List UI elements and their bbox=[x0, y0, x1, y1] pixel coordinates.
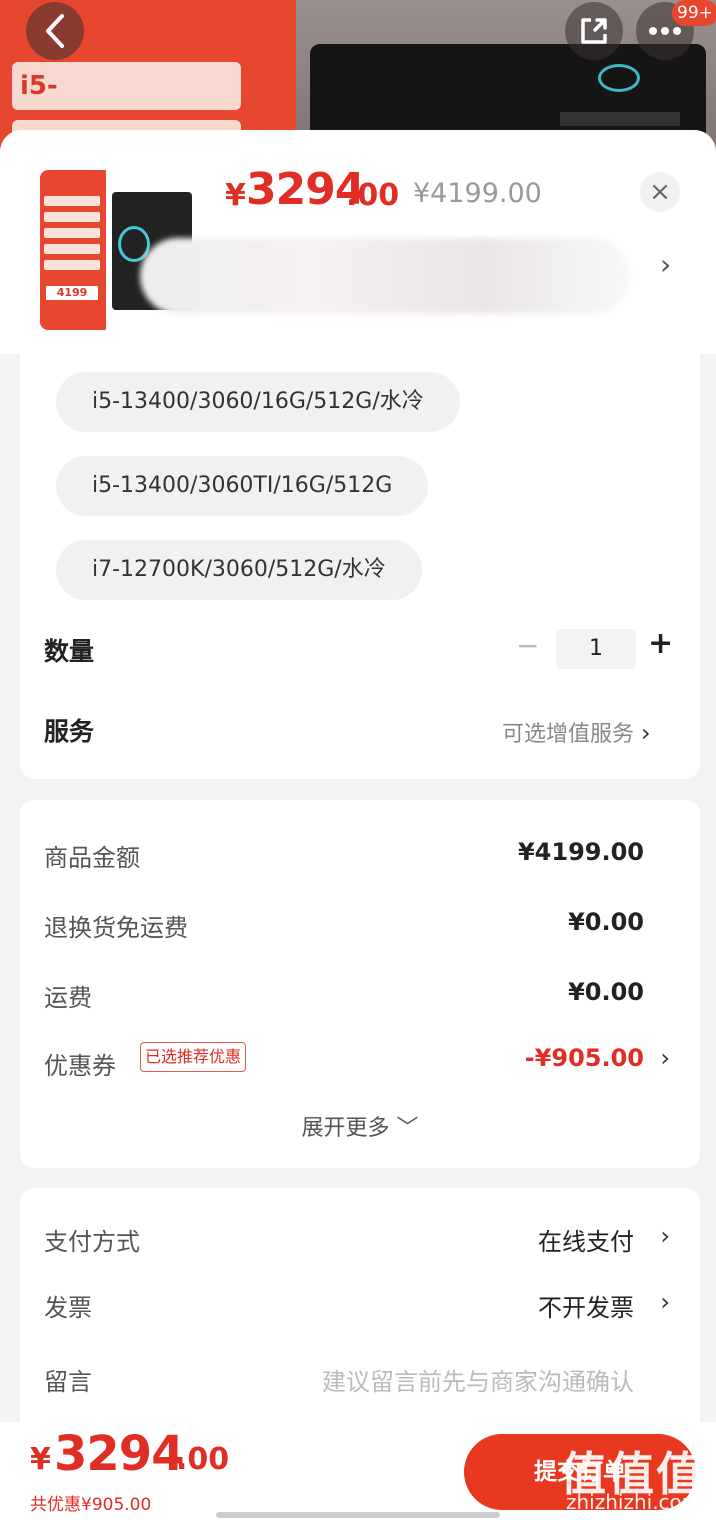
chevron-right-icon[interactable]: › bbox=[660, 1288, 670, 1316]
return-shipping-value: ¥0.00 bbox=[568, 908, 644, 936]
share-icon bbox=[581, 18, 607, 44]
chevron-right-icon: › bbox=[641, 719, 651, 747]
price-symbol: ¥ bbox=[225, 178, 246, 213]
original-price: ¥4199.00 bbox=[413, 178, 542, 209]
expand-more-button[interactable]: 展开更多 ﹀ bbox=[20, 1110, 700, 1142]
invoice-value[interactable]: 不开发票 bbox=[538, 1288, 634, 1323]
total-price-symbol: ¥ bbox=[30, 1442, 51, 1477]
close-icon: × bbox=[649, 177, 671, 207]
watermark-url: zhizhizhi.com bbox=[566, 1490, 702, 1514]
order-sheet: 4199 ¥ 3294 .00 ¥4199.00 × › i5-13400/30… bbox=[0, 130, 716, 1520]
price-decimal: .00 bbox=[346, 178, 400, 213]
payment-method-value[interactable]: 在线支付 bbox=[538, 1222, 634, 1257]
thumbnail-spec-line bbox=[44, 196, 100, 206]
chevron-right-icon[interactable]: › bbox=[660, 1222, 670, 1250]
invoice-label: 发票 bbox=[44, 1294, 92, 1322]
thumbnail-spec-line bbox=[44, 228, 100, 238]
share-button[interactable] bbox=[565, 2, 623, 60]
quantity-label: 数量 bbox=[44, 637, 95, 666]
goods-amount-label: 商品金额 bbox=[44, 844, 140, 872]
notification-badge: 99+ bbox=[672, 0, 716, 26]
payment-card: 支付方式 在线支付 › 发票 不开发票 › 留言 建议留言前先与商家沟通确认 bbox=[20, 1188, 700, 1448]
spec-option[interactable]: i5-13400/3060/16G/512G/水冷 bbox=[56, 372, 460, 432]
close-button[interactable]: × bbox=[640, 172, 680, 212]
home-indicator[interactable] bbox=[216, 1512, 500, 1518]
message-input[interactable]: 建议留言前先与商家沟通确认 bbox=[322, 1362, 634, 1397]
selected-spec-blurred[interactable] bbox=[140, 238, 630, 314]
shipping-value: ¥0.00 bbox=[568, 978, 644, 1006]
payment-method-label: 支付方式 bbox=[44, 1228, 140, 1256]
total-savings: 共优惠¥905.00 bbox=[30, 1495, 152, 1515]
thumbnail-spec-line bbox=[44, 260, 100, 270]
total-price-integer: 3294 bbox=[54, 1426, 185, 1482]
coupon-tag: 已选推荐优惠 bbox=[140, 1042, 247, 1072]
service-selector[interactable]: 可选增值服务 › bbox=[502, 716, 651, 748]
service-value: 可选增值服务 bbox=[502, 722, 635, 747]
return-shipping-label: 退换货免运费 bbox=[44, 914, 188, 942]
message-label: 留言 bbox=[44, 1368, 92, 1396]
thumbnail-spec-line bbox=[44, 212, 100, 222]
pc-case-ports bbox=[560, 112, 680, 126]
options-card: i5-13400/3060/16G/512G/水冷 i5-13400/3060T… bbox=[20, 354, 700, 779]
quantity-input[interactable]: 1 bbox=[556, 629, 636, 669]
quantity-decrement-button[interactable]: − bbox=[516, 629, 539, 662]
quantity-increment-button[interactable]: + bbox=[648, 626, 673, 661]
cost-summary-card: 商品金额 ¥4199.00 退换货免运费 ¥0.00 运费 ¥0.00 优惠券 … bbox=[20, 800, 700, 1168]
coupon-value[interactable]: -¥905.00 bbox=[525, 1044, 644, 1072]
thumbnail-price: 4199 bbox=[46, 286, 98, 300]
back-button[interactable] bbox=[26, 2, 84, 60]
spec-chip: i5-12400/1660ti bbox=[12, 62, 241, 149]
spec-option[interactable]: i5-13400/3060TI/16G/512G bbox=[56, 456, 429, 516]
chevron-right-icon[interactable]: › bbox=[660, 1044, 670, 1072]
thumbnail-spec-line bbox=[44, 244, 100, 254]
chevron-left-icon bbox=[46, 14, 64, 48]
sheet-header: 4199 ¥ 3294 .00 ¥4199.00 × › bbox=[0, 130, 716, 354]
more-dots-icon bbox=[649, 27, 681, 35]
pc-case-light bbox=[598, 64, 640, 92]
chevron-right-icon[interactable]: › bbox=[660, 248, 671, 281]
total-price-decimal: .00 bbox=[176, 1442, 230, 1477]
coupon-label: 优惠券 bbox=[44, 1052, 116, 1080]
shipping-label: 运费 bbox=[44, 984, 92, 1012]
service-label: 服务 bbox=[44, 717, 95, 746]
spec-option[interactable]: i7-12700K/3060/512G/水冷 bbox=[56, 540, 422, 600]
goods-amount-value: ¥4199.00 bbox=[517, 838, 644, 866]
